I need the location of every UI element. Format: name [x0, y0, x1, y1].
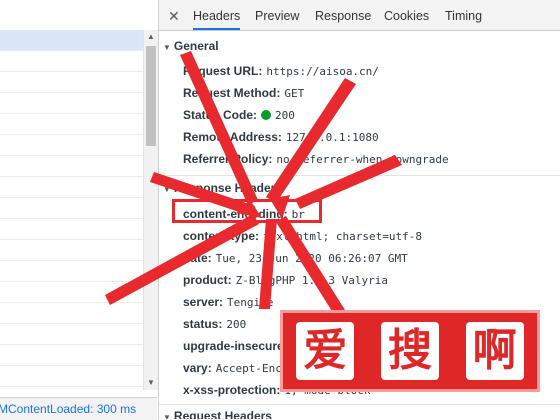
response-headers-section-header[interactable]: ▼ Response Headers: [163, 181, 282, 195]
tab-response[interactable]: Response: [315, 0, 371, 30]
request-row[interactable]: [0, 282, 143, 303]
tab-headers[interactable]: Headers: [193, 0, 241, 30]
tab-timing[interactable]: Timing: [445, 0, 482, 30]
request-row[interactable]: [0, 303, 143, 324]
request-row[interactable]: [0, 93, 143, 114]
response-header-server: server: Tengine: [183, 295, 274, 309]
request-row[interactable]: [0, 219, 143, 240]
request-row[interactable]: [0, 240, 143, 261]
response-header-content-type: content-type: text/html; charset=utf-8: [183, 229, 422, 243]
request-row[interactable]: [0, 114, 143, 135]
general-row-status-code: Status Code: 200: [183, 108, 295, 122]
request-row[interactable]: [0, 72, 143, 93]
detail-tab-bar: ✕ Headers Preview Response Cookies Timin…: [159, 0, 560, 31]
expand-triangle-icon[interactable]: ▼: [163, 43, 171, 52]
watermark-char: 爱: [296, 322, 355, 380]
selected-request-row[interactable]: [0, 30, 143, 51]
request-row[interactable]: [0, 324, 143, 345]
request-row[interactable]: [0, 156, 143, 177]
response-header-product: product: Z-BlogPHP 1.6.3 Valyria: [183, 273, 388, 287]
close-icon[interactable]: ✕: [168, 0, 180, 32]
status-bar: MContentLoaded: 300 ms: [0, 397, 157, 420]
dom-content-loaded-text: MContentLoaded: 300 ms: [0, 402, 137, 416]
request-row[interactable]: [0, 345, 143, 366]
network-request-list[interactable]: ▲ ▼ MContentLoaded: 300 ms: [0, 0, 159, 420]
watermark-char: 搜: [380, 322, 439, 380]
request-row[interactable]: [0, 366, 143, 387]
aisoa-watermark-logo: 爱 搜 啊: [280, 310, 540, 392]
section-divider: [159, 404, 560, 405]
request-row[interactable]: [0, 261, 143, 282]
expand-triangle-icon[interactable]: ▼: [163, 185, 171, 194]
request-row[interactable]: [0, 51, 143, 72]
status-ok-icon: [261, 110, 272, 120]
section-divider: [159, 175, 560, 176]
request-row[interactable]: [0, 177, 143, 198]
request-list-scrollbar[interactable]: ▲ ▼: [143, 30, 158, 390]
scroll-up-icon[interactable]: ▲: [147, 32, 155, 41]
request-row[interactable]: [0, 135, 143, 156]
scroll-down-icon[interactable]: ▼: [147, 378, 155, 387]
scrollbar-thumb[interactable]: [146, 46, 156, 146]
request-headers-section-header[interactable]: ▼ Request Headers: [163, 409, 272, 419]
general-section-header[interactable]: ▼ General: [163, 39, 219, 53]
general-row-request-method: Request Method: GET: [183, 86, 305, 100]
response-header-date: date: Tue, 23 Jun 2020 06:26:07 GMT: [183, 251, 408, 265]
tab-cookies[interactable]: Cookies: [384, 0, 429, 30]
tab-preview[interactable]: Preview: [255, 0, 299, 30]
content-encoding-highlight-box: [172, 199, 322, 223]
general-row-remote-address: Remote Address: 127.0.0.1:1080: [183, 130, 379, 144]
request-row[interactable]: [0, 198, 143, 219]
watermark-char: 啊: [465, 322, 524, 380]
general-row-referrer-policy: Referrer Policy: no-referrer-when-downgra…: [183, 152, 449, 166]
expand-triangle-icon[interactable]: ▼: [163, 413, 171, 419]
response-header-status: status: 200: [183, 317, 247, 331]
general-row-request-url: Request URL: https://aisoa.cn/: [183, 64, 379, 78]
